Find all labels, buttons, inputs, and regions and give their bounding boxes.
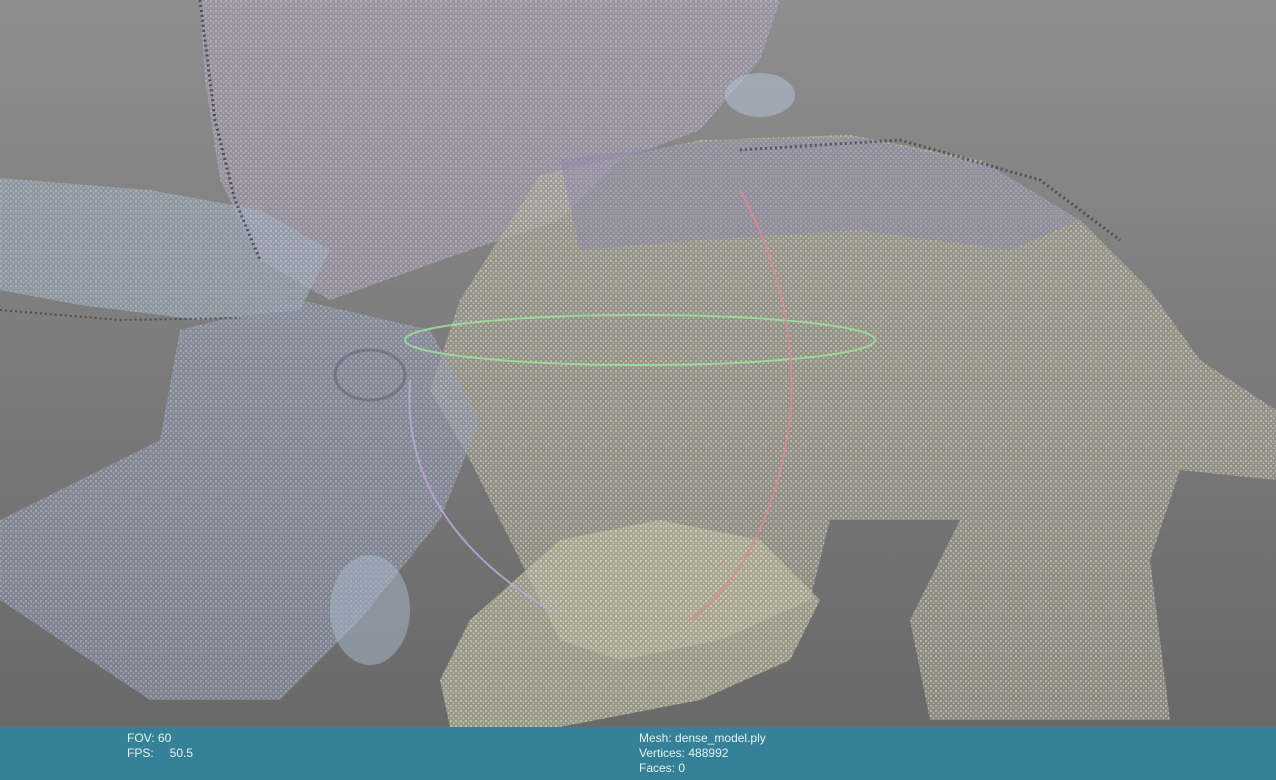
mesh-filename: dense_model.ply <box>675 731 766 745</box>
vertices-count: 488992 <box>688 746 729 760</box>
mesh-info: Mesh: dense_model.ply Vertices: 488992 F… <box>639 731 766 776</box>
3d-viewport[interactable] <box>0 0 1276 780</box>
info-overlay-bar: FOV: 60 FPS: 50.5 Mesh: dense_model.ply V… <box>0 727 1276 780</box>
point-cloud-render[interactable] <box>0 0 1276 780</box>
fps-label: FPS: <box>127 746 154 760</box>
faces-label: Faces: <box>639 761 676 775</box>
mesh-label: Mesh: <box>639 731 672 745</box>
fps-value: 50.5 <box>169 746 194 760</box>
fov-label: FOV: <box>127 731 155 745</box>
faces-readout: Faces: 0 <box>639 761 766 776</box>
camera-info: FOV: 60 FPS: 50.5 <box>127 731 193 761</box>
mesh-readout: Mesh: dense_model.ply <box>639 731 766 746</box>
fov-readout: FOV: 60 <box>127 731 193 746</box>
faces-count: 0 <box>678 761 686 775</box>
vertices-readout: Vertices: 488992 <box>639 746 766 761</box>
fps-readout: FPS: 50.5 <box>127 746 193 761</box>
vertices-label: Vertices: <box>639 746 686 760</box>
fov-value: 60 <box>157 731 172 745</box>
